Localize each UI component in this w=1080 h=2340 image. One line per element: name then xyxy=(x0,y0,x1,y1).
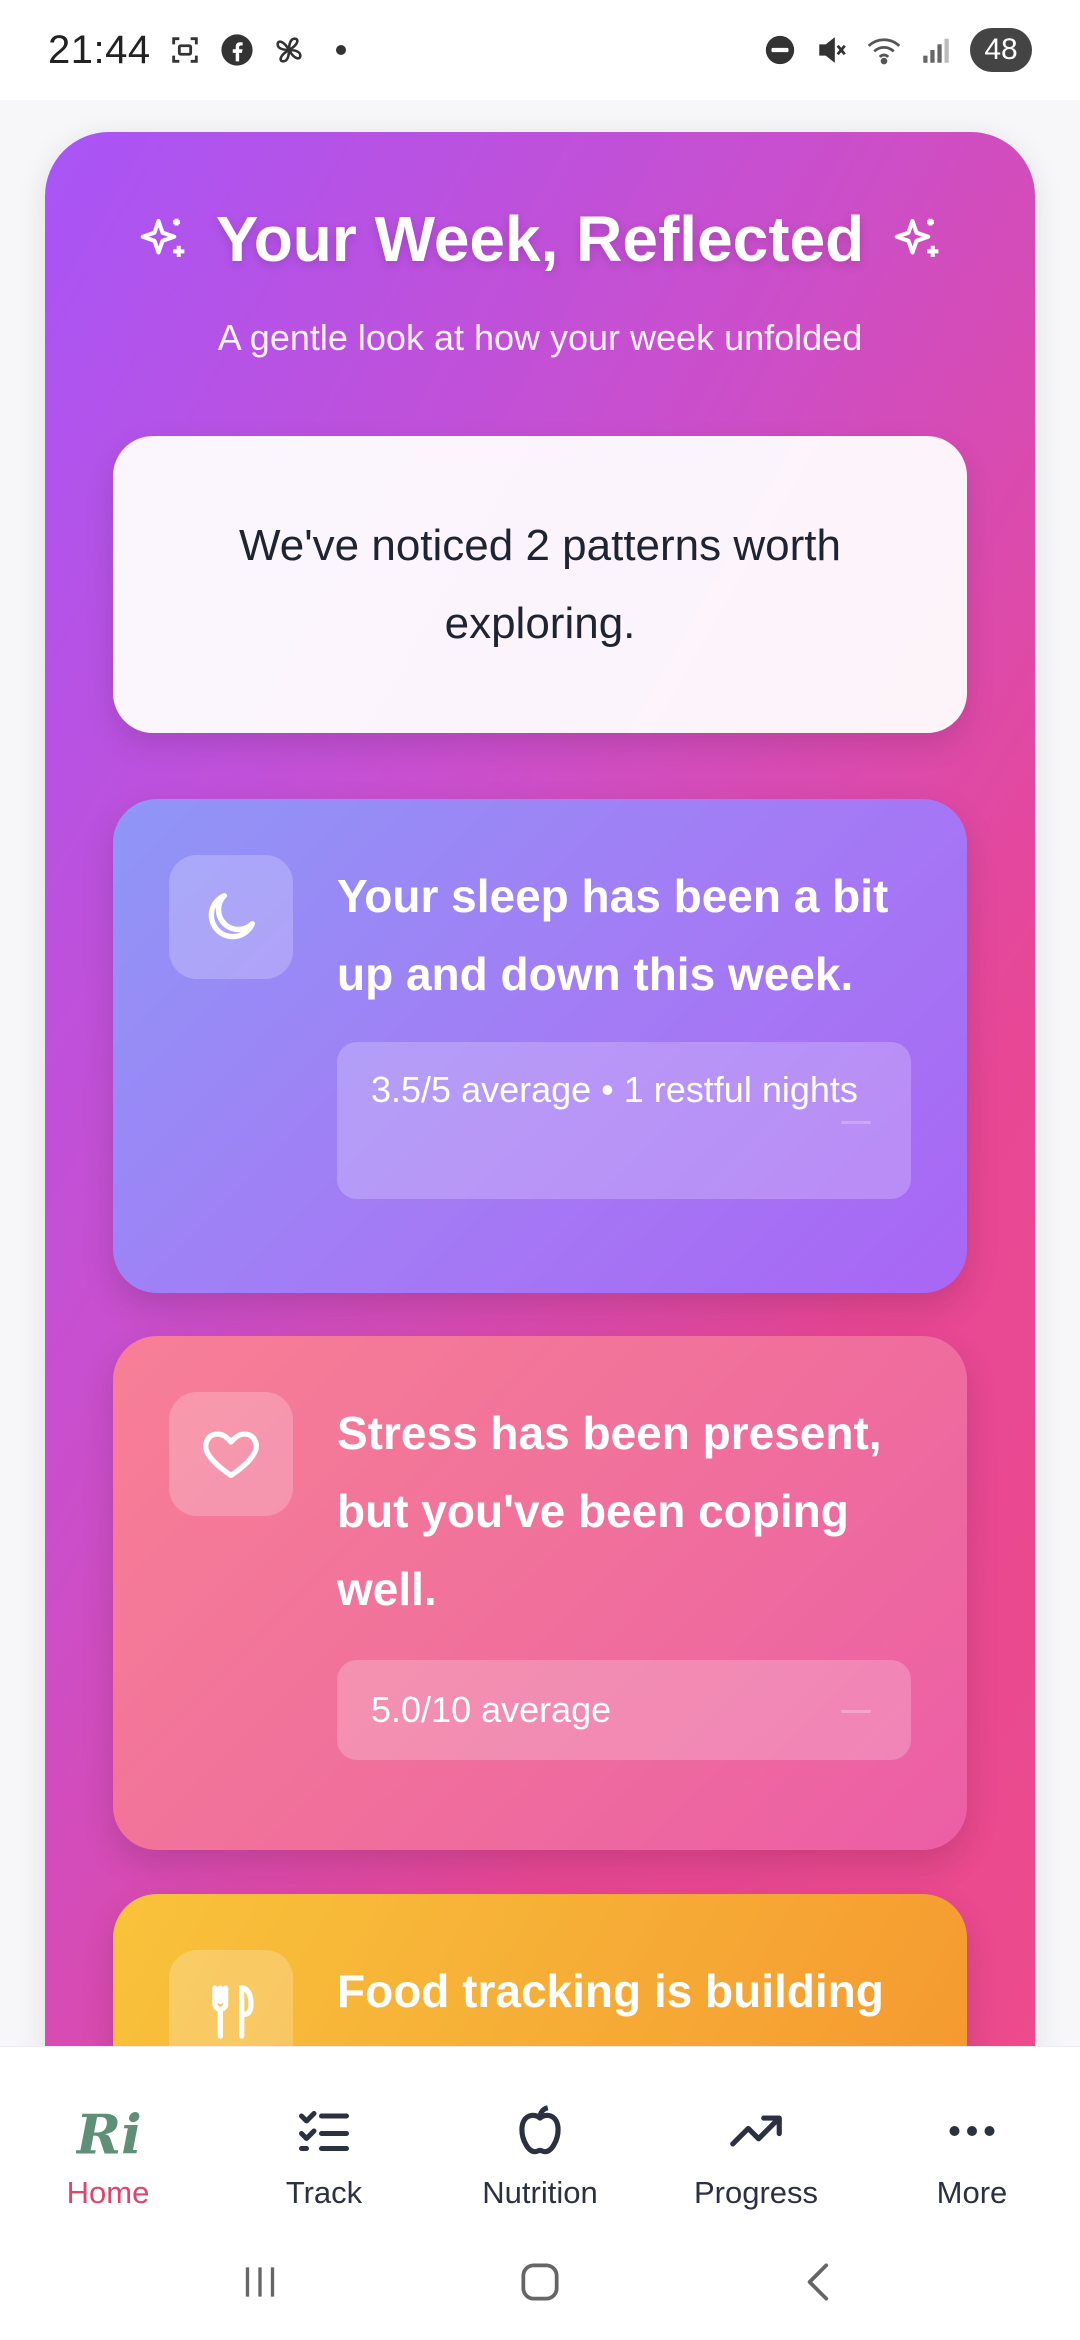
hero-title-row: Your Week, Reflected xyxy=(45,202,1035,276)
sleep-stat-pill: 3.5/5 average • 1 restful nights xyxy=(337,1042,911,1199)
battery-icon: 48 xyxy=(970,28,1032,72)
screenshot-icon xyxy=(167,32,203,68)
pill-divider xyxy=(841,1710,871,1713)
weekly-reflection-panel: Your Week, Reflected A gentle look at ho… xyxy=(45,132,1035,2132)
nav-home[interactable]: Ri Home xyxy=(8,2099,208,2225)
nav-more[interactable]: More xyxy=(872,2099,1072,2225)
checklist-icon xyxy=(292,2099,356,2163)
recents-button[interactable] xyxy=(220,2242,300,2322)
sparkle-icon xyxy=(894,218,939,257)
nav-progress-label: Progress xyxy=(693,2175,819,2210)
system-navigation-bar xyxy=(0,2224,1080,2340)
wifi-icon xyxy=(866,32,902,68)
stress-insight-text: Stress has been present, but you've been… xyxy=(337,1407,882,1615)
apple-icon xyxy=(508,2099,572,2163)
heart-icon xyxy=(203,1431,259,1478)
back-button[interactable] xyxy=(780,2242,860,2322)
stress-insight-card[interactable]: Stress has been present, but you've been… xyxy=(113,1336,967,1850)
nav-more-label: More xyxy=(936,2175,1008,2210)
page-title: Your Week, Reflected xyxy=(215,203,865,275)
stress-stat-text: 5.0/10 average xyxy=(371,1689,612,1730)
dot-icon xyxy=(323,32,359,68)
nav-nutrition[interactable]: Nutrition xyxy=(440,2099,640,2225)
do-not-disturb-icon xyxy=(762,32,798,68)
trending-up-icon xyxy=(724,2099,788,2163)
signal-icon xyxy=(918,32,954,68)
page-subtitle: A gentle look at how your week unfolded xyxy=(217,317,863,358)
bottom-navigation: Ri Home Track Nutrition Progress More xyxy=(0,2046,1080,2224)
food-insight-text: Food tracking is building xyxy=(337,1965,884,2017)
nav-home-label: Home xyxy=(66,2175,150,2210)
sleep-insight-card[interactable]: Your sleep has been a bit up and down th… xyxy=(113,799,967,1293)
nav-progress[interactable]: Progress xyxy=(656,2099,856,2225)
nav-track[interactable]: Track xyxy=(224,2099,424,2225)
stress-icon-tile xyxy=(169,1392,293,1516)
status-right: 48 xyxy=(762,28,1032,72)
sleep-insight-text: Your sleep has been a bit up and down th… xyxy=(337,870,889,1000)
nav-nutrition-label: Nutrition xyxy=(482,2175,598,2210)
home-button[interactable] xyxy=(500,2242,580,2322)
moon-icon xyxy=(208,893,255,940)
sleep-icon-tile xyxy=(169,855,293,979)
stress-stat-pill: 5.0/10 average xyxy=(337,1660,911,1760)
nav-track-label: Track xyxy=(285,2175,363,2210)
app-logo-icon: Ri xyxy=(76,2099,140,2163)
sparkle-icon xyxy=(140,218,185,257)
sleep-stat-text: 3.5/5 average • 1 restful nights xyxy=(371,1069,858,1110)
pinwheel-icon xyxy=(271,32,307,68)
status-left: 21:44 xyxy=(48,28,359,73)
svg-text:Ri: Ri xyxy=(76,2102,140,2162)
status-bar: 21:44 48 xyxy=(0,0,1080,100)
pill-divider xyxy=(841,1120,871,1124)
fork-knife-icon xyxy=(212,1985,254,2039)
more-dots-icon xyxy=(940,2099,1004,2163)
summary-card: We've noticed 2 patterns worth exploring… xyxy=(113,436,967,733)
status-time: 21:44 xyxy=(48,27,151,72)
mute-icon xyxy=(814,32,850,68)
facebook-icon xyxy=(219,32,255,68)
